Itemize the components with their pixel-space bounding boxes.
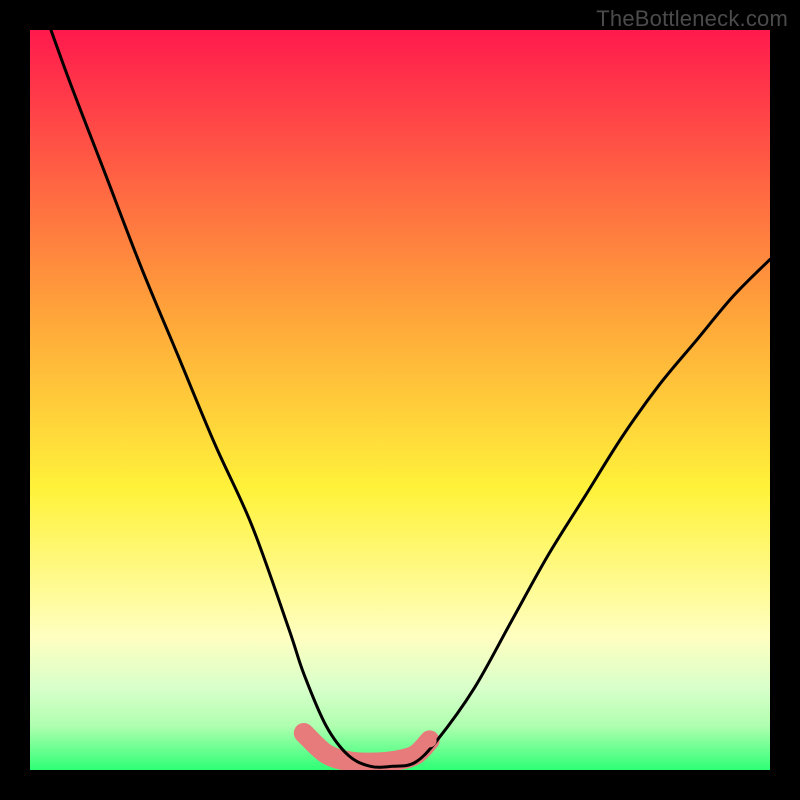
plot-area: [30, 30, 770, 770]
accent-dot-left: [297, 726, 311, 740]
trough-accent: [304, 733, 430, 763]
chart-curves: [30, 30, 770, 770]
watermark-text: TheBottleneck.com: [596, 6, 788, 32]
outer-black-frame: TheBottleneck.com: [0, 0, 800, 800]
accent-dot-right: [423, 733, 437, 747]
bottleneck-curve: [30, 30, 770, 767]
